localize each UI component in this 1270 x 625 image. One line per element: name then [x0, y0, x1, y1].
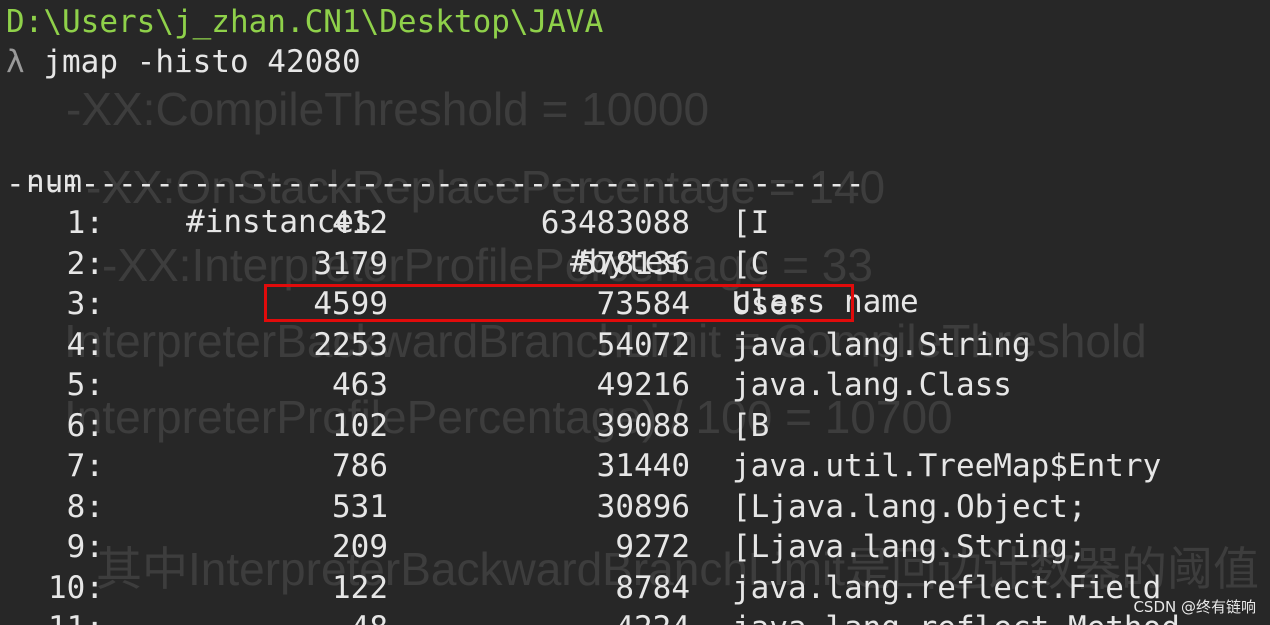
row-num: 5:	[66, 367, 104, 403]
table-row: 11: 48 4224 java.lang.reflect.Method	[0, 608, 1270, 625]
row-class-name: java.lang.String	[732, 326, 1031, 363]
row-class-name: [C	[732, 245, 770, 282]
row-num: 7:	[66, 448, 104, 484]
row-class-name: java.util.TreeMap$Entry	[732, 448, 1162, 484]
row-bytes: 54072	[596, 326, 690, 363]
row-num: 11:	[48, 608, 104, 625]
current-directory: D:\Users\j_zhan.CN1\Desktop\JAVA	[6, 4, 604, 40]
row-bytes: 578136	[578, 245, 690, 282]
row-num: 4:	[66, 326, 104, 363]
table-row: 5: 463 49216 java.lang.Class	[0, 365, 1270, 405]
row-bytes: 31440	[596, 448, 690, 484]
prompt-lambda-icon: λ	[6, 44, 25, 80]
row-instances: 102	[332, 407, 388, 444]
table-row: 7: 786 31440 java.util.TreeMap$Entry	[0, 446, 1270, 486]
row-num: 3:	[66, 286, 104, 322]
row-bytes: 73584	[596, 286, 690, 322]
command-text: jmap -histo 42080	[43, 44, 361, 80]
row-class-name: java.lang.Class	[732, 367, 1012, 403]
row-class-name: java.lang.reflect.Field	[732, 569, 1162, 606]
row-instances: 3179	[313, 245, 388, 282]
table-row: 8: 531 30896 [Ljava.lang.Object;	[0, 487, 1270, 527]
table-row: 3: 4599 73584 User	[0, 284, 1270, 324]
row-bytes: 30896	[596, 488, 690, 525]
row-class-name: User	[732, 286, 807, 322]
row-instances: 48	[351, 608, 388, 625]
table-row: 4: 2253 54072 java.lang.String	[0, 325, 1270, 365]
table-row: 2: 3179 578136 [C	[0, 244, 1270, 284]
header-separator: ----------------------------------------…	[6, 166, 865, 202]
row-instances: 122	[332, 569, 388, 606]
row-num: 9:	[66, 529, 104, 565]
row-num: 6:	[66, 407, 104, 444]
row-bytes: 8784	[615, 569, 690, 606]
table-row: 10: 122 8784 java.lang.reflect.Field	[0, 568, 1270, 608]
table-row: 6: 102 39088 [B	[0, 406, 1270, 446]
row-bytes: 49216	[596, 367, 690, 403]
row-instances: 786	[332, 448, 388, 484]
row-instances: 209	[332, 529, 388, 565]
row-instances: 463	[332, 367, 388, 403]
table-row: 9: 209 9272 [Ljava.lang.String;	[0, 527, 1270, 567]
row-num: 10:	[48, 569, 104, 606]
table-row: 1: 412 63483088 [I	[0, 203, 1270, 243]
row-bytes: 39088	[596, 407, 690, 444]
command-line: λ jmap -histo 42080	[6, 42, 361, 82]
row-instances: 531	[332, 488, 388, 525]
row-class-name: [Ljava.lang.String;	[732, 529, 1087, 565]
row-class-name: [Ljava.lang.Object;	[732, 488, 1087, 525]
row-bytes: 63483088	[540, 205, 690, 241]
row-num: 1:	[66, 205, 104, 241]
row-class-name: java.lang.reflect.Method	[732, 608, 1180, 625]
row-instances: 412	[332, 205, 388, 241]
credit-label: CSDN @终有链响	[1133, 598, 1256, 616]
row-bytes: 9272	[615, 529, 690, 565]
table-header: num #instances #bytes class name	[6, 122, 919, 320]
row-class-name: [I	[732, 205, 770, 241]
row-bytes: 4224	[615, 608, 690, 625]
row-num: 8:	[66, 488, 104, 525]
row-instances: 2253	[313, 326, 388, 363]
row-instances: 4599	[313, 286, 388, 322]
row-num: 2:	[66, 245, 104, 282]
watermark-line-1: -XX:CompileThreshold = 10000	[66, 83, 710, 135]
row-class-name: [B	[732, 407, 770, 444]
